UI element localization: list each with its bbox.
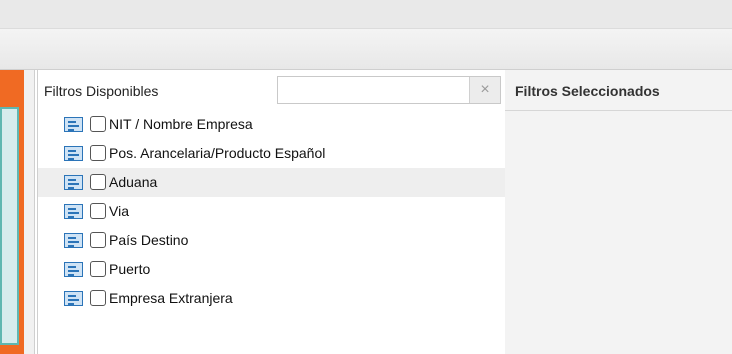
filter-label: Pos. Arancelaria/Producto Español (109, 145, 326, 161)
list-item[interactable]: Empresa Extranjera (38, 284, 505, 313)
filter-label: Empresa Extranjera (109, 290, 233, 306)
selected-filters-title: Filtros Seleccionados (515, 83, 660, 99)
list-icon[interactable] (64, 291, 83, 306)
filter-checkbox[interactable] (90, 145, 106, 161)
list-item[interactable]: NIT / Nombre Empresa (38, 110, 505, 139)
available-filters-panel: Filtros Disponibles × NIT / Nombre Empre… (37, 70, 506, 354)
filter-checkbox[interactable] (90, 203, 106, 219)
secondary-toolbar (0, 29, 732, 70)
list-icon[interactable] (64, 204, 83, 219)
filter-search-box: × (277, 76, 501, 104)
close-icon[interactable]: × (469, 77, 500, 103)
list-item[interactable]: Via (38, 197, 505, 226)
filter-search-input[interactable] (278, 77, 468, 103)
top-toolbar (0, 0, 732, 29)
list-icon[interactable] (64, 117, 83, 132)
teal-side-panel (0, 107, 19, 345)
list-icon[interactable] (64, 233, 83, 248)
filter-label: Aduana (109, 174, 158, 190)
filter-checkbox[interactable] (90, 261, 106, 277)
filter-checkbox[interactable] (90, 116, 106, 132)
filter-checkbox[interactable] (90, 232, 106, 248)
list-item[interactable]: País Destino (38, 226, 505, 255)
filter-label: País Destino (109, 232, 189, 248)
filter-label: NIT / Nombre Empresa (109, 116, 253, 132)
selected-filters-panel: Filtros Seleccionados (505, 70, 732, 354)
filter-checkbox[interactable] (90, 174, 106, 190)
selected-filters-header: Filtros Seleccionados (505, 70, 732, 111)
list-icon[interactable] (64, 146, 83, 161)
filter-label: Via (109, 203, 129, 219)
list-item[interactable]: Pos. Arancelaria/Producto Español (38, 139, 505, 168)
list-item[interactable]: Puerto (38, 255, 505, 284)
list-item[interactable]: Aduana (38, 168, 505, 197)
list-icon[interactable] (64, 262, 83, 277)
filter-list: NIT / Nombre Empresa Pos. Arancelaria/Pr… (38, 110, 505, 313)
available-filters-title: Filtros Disponibles (44, 83, 159, 99)
available-filters-header: Filtros Disponibles × (38, 70, 505, 110)
filter-checkbox[interactable] (90, 290, 106, 306)
filter-label: Puerto (109, 261, 151, 277)
list-icon[interactable] (64, 175, 83, 190)
left-side-panel (0, 70, 35, 354)
